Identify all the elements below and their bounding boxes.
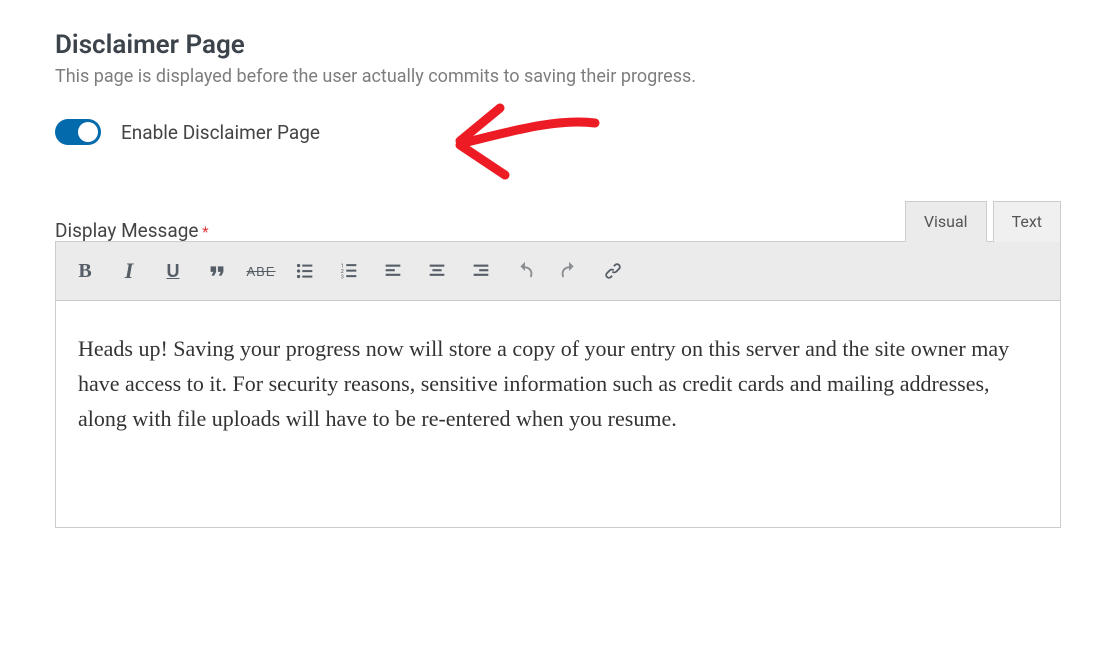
underline-button[interactable]: U (152, 252, 194, 290)
link-button[interactable] (592, 252, 634, 290)
link-icon (602, 260, 624, 282)
enable-disclaimer-label: Enable Disclaimer Page (121, 121, 320, 144)
strikethrough-button[interactable]: ABE (240, 252, 282, 290)
bullet-list-icon (294, 260, 316, 282)
align-center-button[interactable] (416, 252, 458, 290)
page-title: Disclaimer Page (55, 30, 1061, 60)
display-message-label: Display Message * (55, 219, 209, 242)
svg-text:3: 3 (341, 274, 344, 280)
bold-button[interactable]: B (64, 252, 106, 290)
quote-icon (206, 260, 228, 282)
blockquote-button[interactable] (196, 252, 238, 290)
enable-toggle-row: Enable Disclaimer Page (55, 119, 1061, 145)
toggle-knob (78, 122, 98, 142)
annotation-arrow-icon (445, 93, 615, 193)
align-left-icon (382, 260, 404, 282)
enable-disclaimer-toggle[interactable] (55, 119, 101, 145)
align-left-button[interactable] (372, 252, 414, 290)
editor-content-area[interactable]: Heads up! Saving your progress now will … (56, 301, 1060, 527)
align-center-icon (426, 260, 448, 282)
rich-text-editor: B I U ABE 123 Heads up! Saving (55, 241, 1061, 528)
tab-visual[interactable]: Visual (905, 201, 987, 242)
align-right-button[interactable] (460, 252, 502, 290)
redo-icon (558, 260, 580, 282)
editor-toolbar: B I U ABE 123 (56, 242, 1060, 301)
undo-button[interactable] (504, 252, 546, 290)
redo-button[interactable] (548, 252, 590, 290)
page-description: This page is displayed before the user a… (55, 66, 1061, 87)
align-right-icon (470, 260, 492, 282)
required-indicator: * (202, 223, 208, 241)
editor-tabs: Visual Text (905, 201, 1061, 242)
tab-text[interactable]: Text (993, 201, 1061, 242)
numbered-list-icon: 123 (338, 260, 360, 282)
numbered-list-button[interactable]: 123 (328, 252, 370, 290)
undo-icon (514, 260, 536, 282)
italic-button[interactable]: I (108, 252, 150, 290)
bullet-list-button[interactable] (284, 252, 326, 290)
